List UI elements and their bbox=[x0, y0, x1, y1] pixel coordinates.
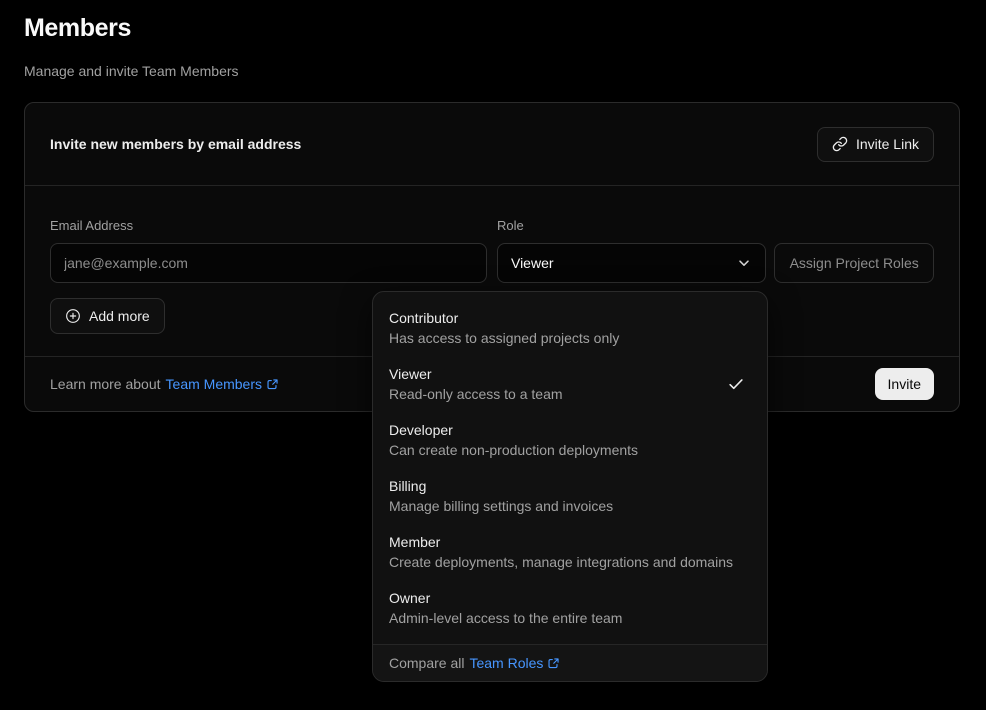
role-option[interactable]: Owner Admin-level access to the entire t… bbox=[381, 580, 759, 636]
role-option-title: Member bbox=[389, 532, 751, 552]
invite-card-title: Invite new members by email address bbox=[50, 136, 301, 152]
role-field-group: Role Viewer bbox=[497, 218, 766, 283]
role-option-title: Viewer bbox=[389, 364, 751, 384]
team-members-link-label: Team Members bbox=[166, 376, 262, 392]
link-icon bbox=[832, 136, 848, 152]
invite-button[interactable]: Invite bbox=[875, 368, 934, 400]
role-option[interactable]: Billing Manage billing settings and invo… bbox=[381, 468, 759, 524]
add-more-label: Add more bbox=[89, 308, 150, 324]
page-subtitle: Manage and invite Team Members bbox=[24, 63, 239, 79]
page-title: Members bbox=[24, 14, 131, 43]
role-option-description: Manage billing settings and invoices bbox=[389, 496, 751, 516]
role-option[interactable]: Contributor Has access to assigned proje… bbox=[381, 300, 759, 356]
role-option-title: Owner bbox=[389, 588, 751, 608]
email-input[interactable] bbox=[50, 243, 487, 283]
invite-link-button[interactable]: Invite Link bbox=[817, 127, 934, 162]
role-option-description: Admin-level access to the entire team bbox=[389, 608, 751, 628]
role-options-list: Contributor Has access to assigned proje… bbox=[373, 292, 767, 644]
learn-more-note: Learn more about Team Members bbox=[50, 376, 279, 392]
email-label: Email Address bbox=[50, 218, 487, 234]
invite-link-label: Invite Link bbox=[856, 136, 919, 152]
team-members-link[interactable]: Team Members bbox=[166, 376, 279, 392]
plus-circle-icon bbox=[65, 308, 81, 324]
team-roles-link-label: Team Roles bbox=[469, 655, 543, 671]
compare-all-text: Compare all bbox=[389, 655, 464, 671]
role-option-title: Billing bbox=[389, 476, 751, 496]
role-option-title: Contributor bbox=[389, 308, 751, 328]
role-selected-value: Viewer bbox=[511, 255, 554, 271]
role-option-description: Read-only access to a team bbox=[389, 384, 751, 404]
role-label: Role bbox=[497, 218, 766, 234]
role-option[interactable]: Developer Can create non-production depl… bbox=[381, 412, 759, 468]
chevron-down-icon bbox=[736, 255, 752, 271]
role-option[interactable]: Member Create deployments, manage integr… bbox=[381, 524, 759, 580]
assign-project-roles-button[interactable]: Assign Project Roles bbox=[774, 243, 934, 283]
team-roles-link[interactable]: Team Roles bbox=[469, 655, 560, 671]
assign-roles-group: Assign Project Roles bbox=[774, 218, 934, 283]
role-dropdown-menu: Contributor Has access to assigned proje… bbox=[372, 291, 768, 682]
add-more-button[interactable]: Add more bbox=[50, 298, 165, 334]
check-icon bbox=[727, 375, 745, 393]
role-option-description: Create deployments, manage integrations … bbox=[389, 552, 751, 572]
role-option-title: Developer bbox=[389, 420, 751, 440]
role-option-description: Can create non-production deployments bbox=[389, 440, 751, 460]
learn-more-text: Learn more about bbox=[50, 376, 161, 392]
external-link-icon bbox=[547, 657, 560, 670]
role-option[interactable]: Viewer Read-only access to a team bbox=[381, 356, 759, 412]
invite-card-header: Invite new members by email address Invi… bbox=[25, 103, 959, 186]
role-dropdown-footer: Compare all Team Roles bbox=[373, 644, 767, 681]
external-link-icon bbox=[266, 378, 279, 391]
role-select[interactable]: Viewer bbox=[497, 243, 766, 283]
email-field-group: Email Address bbox=[50, 218, 487, 283]
role-option-description: Has access to assigned projects only bbox=[389, 328, 751, 348]
